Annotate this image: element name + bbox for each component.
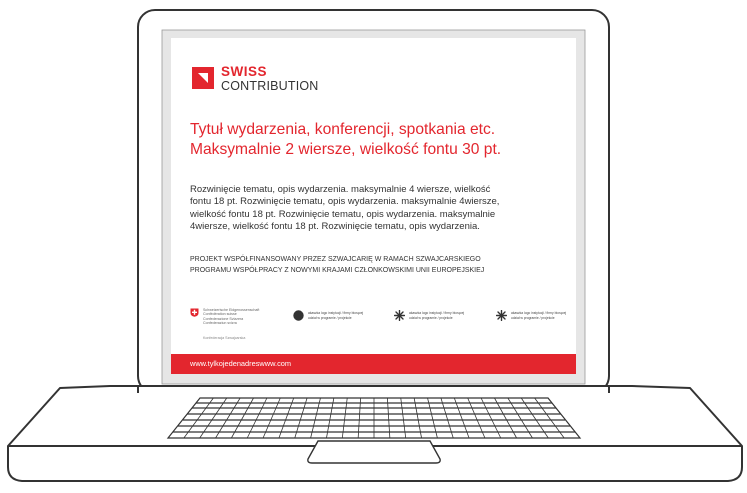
event-title-line-2: Maksymalnie 2 wiersze, wielkość fontu 30… xyxy=(190,141,502,158)
swiss-cross-icon xyxy=(190,308,199,317)
cofinancing-note: PROJEKT WSPÓŁFINANSOWANY PRZEZ SZWAJCARI… xyxy=(190,255,550,276)
circle-logo-icon xyxy=(293,310,304,321)
partner-caption: akaszka logo instytucji / firmy biorącej… xyxy=(308,311,378,320)
description-line: Rozwinięcie tematu, opis wydarzenia. mak… xyxy=(190,184,491,195)
partner-caption-line: udział w programie / projekcie xyxy=(308,315,352,320)
partner-caption: akaszka logo instytucji / firmy biorącej… xyxy=(511,311,581,320)
brand-name-top: SWISS xyxy=(221,64,268,79)
swiss-confederation-logo: Schweizerische Eidgenossenschaft Confédé… xyxy=(190,308,280,348)
star-logo-icon xyxy=(496,310,507,321)
brand-name-bottom: CONTRIBUTION xyxy=(221,79,319,93)
event-title: Tytuł wydarzenia, konferencji, spotkania… xyxy=(190,120,570,160)
partner-caption: akaszka logo instytucji / firmy biorącej… xyxy=(409,311,479,320)
footer-bar: www.tylkojedenadreswww.com xyxy=(171,354,576,374)
presentation-slide: SWISS CONTRIBUTION Tytuł wydarzenia, kon… xyxy=(171,38,576,374)
cofinancing-note-line-2: PROGRAMU WSPÓŁPRACY Z NOWYMI KRAJAMI CZŁ… xyxy=(190,266,485,274)
partner-caption-line: udział w programie / projekcie xyxy=(409,315,453,320)
description-line: wielkość fontu 18 pt. Rozwinięcie tematu… xyxy=(190,208,496,220)
description-line: fontu 18 pt. Rozwinięcie tematu, opis wy… xyxy=(190,196,500,208)
event-description: Rozwinięcie tematu, opis wydarzenia. mak… xyxy=(190,184,560,233)
cofinancing-note-line-1: PROJEKT WSPÓŁFINANSOWANY PRZEZ SZWAJCARI… xyxy=(190,256,481,263)
partner-caption-line: udział w programie / projekcie xyxy=(511,315,555,320)
partner-logos-row: Schweizerische Eidgenossenschaft Confédé… xyxy=(190,308,570,348)
confederation-name: Confederaziun svizra xyxy=(203,321,237,326)
confederation-polish-name: Konfederacja Szwajcarska xyxy=(203,336,246,340)
brand-flag-icon xyxy=(192,67,214,89)
event-title-line-1: Tytuł wydarzenia, konferencji, spotkania… xyxy=(190,121,496,138)
confederation-names: Schweizerische Eidgenossenschaft Confédé… xyxy=(203,308,259,326)
footer-url-link[interactable]: www.tylkojedenadreswww.com xyxy=(190,359,291,368)
star-logo-icon xyxy=(394,310,405,321)
description-line: 4wiersze, wielkość fontu 18 pt. Rozwinię… xyxy=(190,220,480,232)
